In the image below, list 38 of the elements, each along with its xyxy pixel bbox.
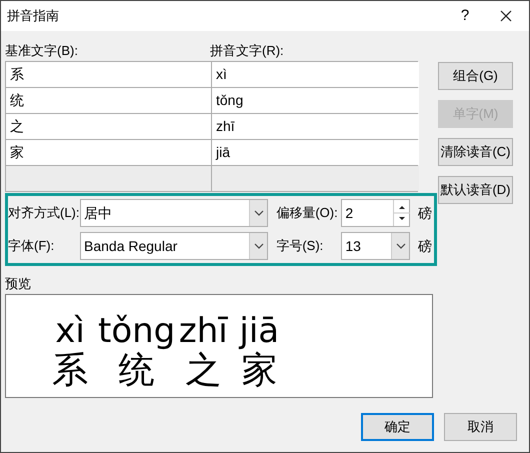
combo-box[interactable]: 居中	[80, 199, 268, 227]
base-text: 之	[184, 351, 222, 391]
action-button[interactable]: 清除读音(C)	[438, 138, 513, 166]
base-text-field[interactable]: 统	[6, 88, 211, 113]
ruby-text: tǒng	[98, 311, 176, 351]
column-label: 基准文字(B):	[5, 43, 78, 58]
base-text: 统	[118, 351, 156, 391]
field-label: 对齐方式(L):	[8, 204, 80, 222]
unit-label: 磅	[418, 204, 432, 222]
base-text: 系	[51, 351, 89, 391]
action-button[interactable]: 组合(G)	[438, 62, 513, 90]
column-label: 拼音文字(R):	[210, 43, 284, 58]
close-icon	[500, 10, 512, 22]
ruby-text-field[interactable]: zhī	[212, 114, 419, 139]
combo-box[interactable]: Banda Regular	[80, 232, 268, 260]
help-button[interactable]: ?	[447, 1, 483, 31]
ruby-text: zhī	[178, 311, 228, 351]
field-label: 字体(F):	[8, 237, 56, 256]
ruby-text: jiā	[239, 311, 280, 351]
combo-box[interactable]: 13	[341, 232, 410, 260]
dialog-button[interactable]: 确定	[361, 413, 434, 441]
action-button[interactable]: 默认读音(D)	[438, 176, 513, 204]
field-label: 偏移量(O):	[276, 204, 339, 222]
base-text-field[interactable]: 家	[6, 140, 211, 165]
window-title: 拼音指南	[7, 7, 59, 26]
field-label: 字号(S):	[276, 237, 324, 256]
base-text: 家	[240, 351, 278, 391]
unit-label: 磅	[418, 236, 432, 256]
ruby-text-field[interactable]: xì	[212, 62, 419, 87]
ruby-text-field[interactable]: tǒng	[212, 88, 419, 113]
dialog-button[interactable]: 取消	[444, 413, 517, 441]
preview-label: 预览	[5, 276, 31, 291]
spin-box[interactable]: 2	[341, 199, 410, 227]
base-text-field[interactable]: 系	[6, 62, 211, 87]
ruby-text-field[interactable]: jiā	[212, 140, 419, 165]
ruby-text: xì	[55, 311, 85, 351]
spin-arrows-icon[interactable]	[393, 200, 409, 226]
base-text-field[interactable]: 之	[6, 114, 211, 139]
